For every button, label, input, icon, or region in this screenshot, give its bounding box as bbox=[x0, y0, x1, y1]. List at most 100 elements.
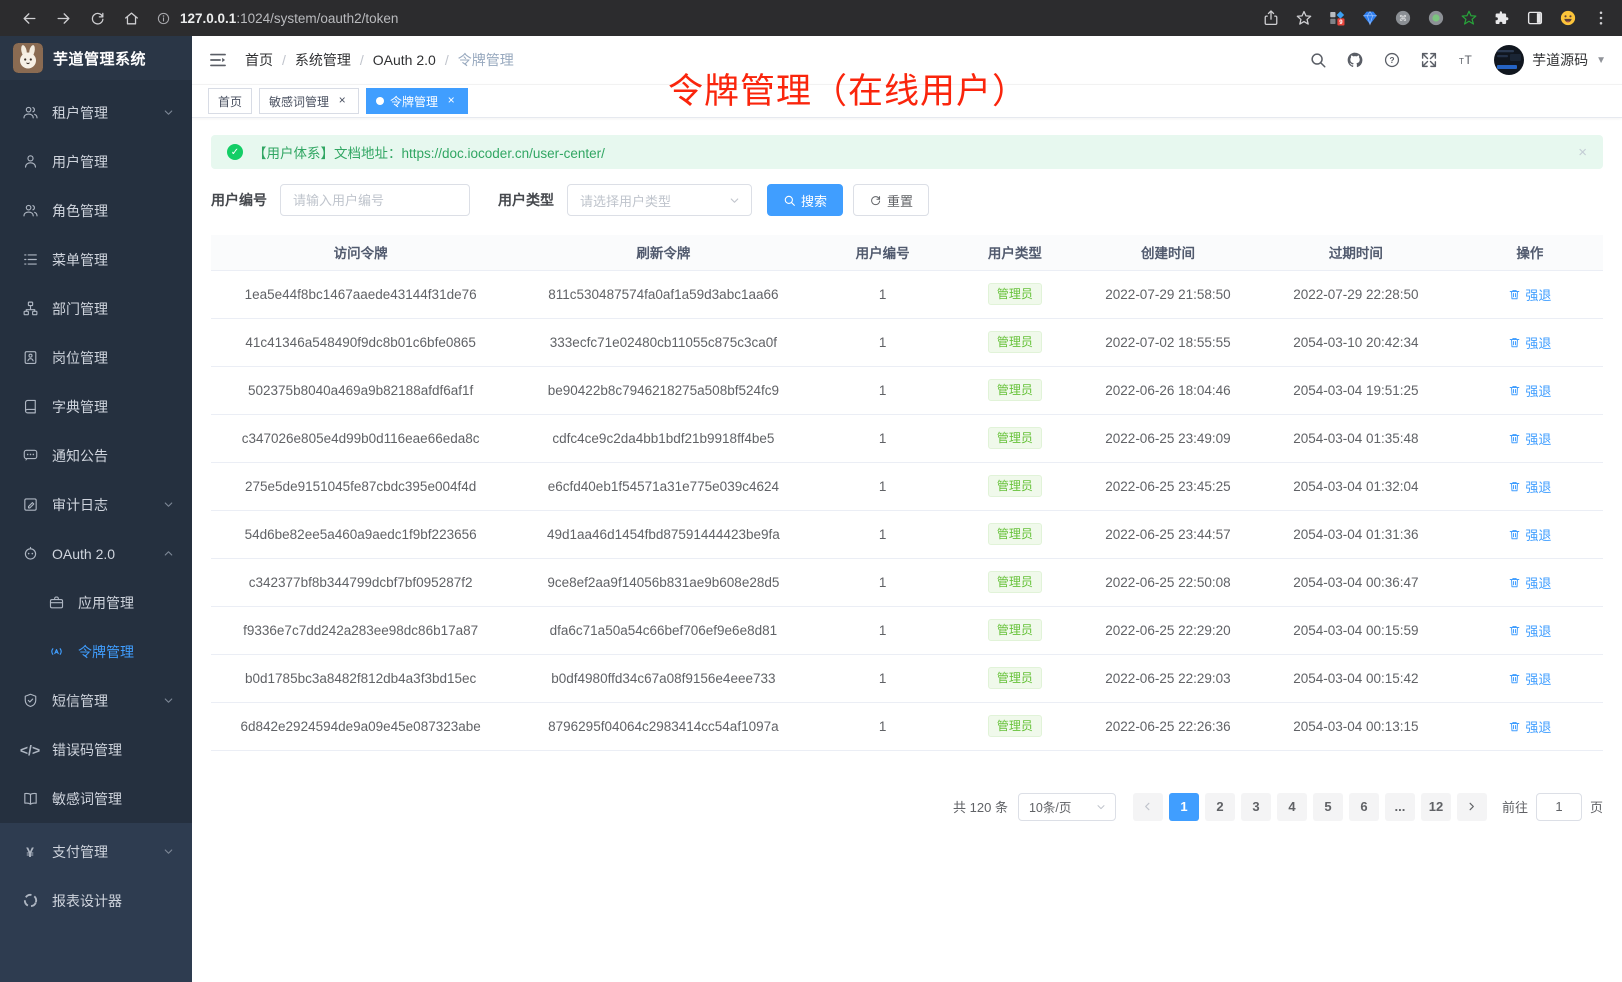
chevron-down-icon bbox=[162, 106, 175, 119]
breadcrumb-item[interactable]: 令牌管理 bbox=[458, 50, 514, 70]
side-panel-icon[interactable] bbox=[1526, 9, 1544, 27]
sidebar-item[interactable]: 字典管理 bbox=[0, 382, 192, 431]
puzzle-icon[interactable] bbox=[1493, 9, 1511, 27]
sidebar-item[interactable]: </> 错误码管理 bbox=[0, 725, 192, 774]
tab[interactable]: 首页 bbox=[208, 88, 252, 114]
create-time-cell: 2022-07-29 21:58:50 bbox=[1081, 270, 1255, 318]
browser-toolbar: 127.0.0.1:1024/system/oauth2/token bbox=[0, 0, 1622, 36]
sidebar-item[interactable]: OAuth 2.0 bbox=[0, 529, 192, 578]
create-time-cell: 2022-06-26 18:04:46 bbox=[1081, 366, 1255, 414]
user-id-input[interactable] bbox=[280, 184, 470, 216]
page-size-select[interactable]: 10条/页 bbox=[1018, 793, 1116, 821]
sidebar-item[interactable]: 角色管理 bbox=[0, 186, 192, 235]
sidebar-item[interactable]: 通知公告 bbox=[0, 431, 192, 480]
reset-button[interactable]: 重置 bbox=[853, 184, 929, 216]
user-type-select[interactable]: 请选择用户类型 bbox=[567, 184, 752, 216]
browser-nav-icons bbox=[12, 10, 148, 27]
notice-text: 【用户体系】文档地址：https://doc.iocoder.cn/user-c… bbox=[253, 142, 605, 162]
close-icon[interactable] bbox=[335, 94, 349, 108]
github-icon[interactable] bbox=[1346, 51, 1364, 69]
sidebar-item[interactable]: 应用管理 bbox=[0, 578, 192, 627]
breadcrumb-item[interactable]: 首页 bbox=[245, 50, 295, 70]
expire-time-cell: 2022-07-29 22:28:50 bbox=[1255, 270, 1457, 318]
help-icon[interactable] bbox=[1383, 51, 1401, 69]
page-button[interactable]: 1 bbox=[1169, 793, 1199, 821]
app-logo-row[interactable]: 芋道管理系统 bbox=[0, 36, 192, 80]
force-logout-button[interactable]: 强退 bbox=[1508, 669, 1551, 688]
search-button[interactable]: 搜索 bbox=[767, 184, 843, 216]
force-logout-button[interactable]: 强退 bbox=[1508, 285, 1551, 304]
page-button[interactable]: 2 bbox=[1205, 793, 1235, 821]
back-icon[interactable] bbox=[12, 10, 46, 27]
hamburger-icon[interactable] bbox=[208, 50, 228, 70]
breadcrumb-item[interactable]: OAuth 2.0 bbox=[373, 52, 458, 68]
goto-page-input[interactable] bbox=[1536, 793, 1582, 821]
dictionary-icon bbox=[21, 398, 39, 415]
force-logout-button[interactable]: 强退 bbox=[1508, 573, 1551, 592]
force-logout-button[interactable]: 强退 bbox=[1508, 333, 1551, 352]
green-star-icon[interactable] bbox=[1460, 9, 1478, 27]
trash-icon bbox=[1508, 288, 1521, 301]
doc-link[interactable]: https://doc.iocoder.cn/user-center/ bbox=[402, 146, 605, 161]
font-size-icon[interactable] bbox=[1457, 51, 1475, 69]
page-button[interactable]: 6 bbox=[1349, 793, 1379, 821]
sidebar-item[interactable]: 短信管理 bbox=[0, 676, 192, 725]
trash-icon bbox=[1508, 480, 1521, 493]
sidebar-item[interactable]: 菜单管理 bbox=[0, 235, 192, 284]
emoji-avatar-icon[interactable] bbox=[1559, 9, 1577, 27]
force-logout-button[interactable]: 强退 bbox=[1508, 381, 1551, 400]
record-circle-icon[interactable] bbox=[1427, 9, 1445, 27]
home-icon[interactable] bbox=[114, 10, 148, 27]
gem-icon[interactable] bbox=[1361, 9, 1379, 27]
sidebar-item[interactable]: 用户管理 bbox=[0, 137, 192, 186]
next-page-button[interactable] bbox=[1457, 793, 1487, 821]
site-info-icon[interactable] bbox=[156, 11, 171, 26]
address-bar[interactable]: 127.0.0.1:1024/system/oauth2/token bbox=[156, 11, 1262, 26]
sidebar-item[interactable]: ¥ 支付管理 bbox=[0, 827, 192, 876]
access-token-cell: 502375b8040a469a9b82188afdf6af1f bbox=[211, 366, 510, 414]
force-logout-button[interactable]: 强退 bbox=[1508, 429, 1551, 448]
action-cell: 强退 bbox=[1457, 462, 1603, 510]
user-id-cell: 1 bbox=[817, 414, 949, 462]
user-type-cell: 管理员 bbox=[949, 654, 1081, 702]
page-button[interactable]: 4 bbox=[1277, 793, 1307, 821]
sidebar: 芋道管理系统 租户管理 用户管理 角色管理 bbox=[0, 36, 192, 982]
app-briefcase-icon bbox=[47, 594, 65, 611]
close-icon[interactable] bbox=[444, 94, 458, 108]
breadcrumb-item[interactable]: 系统管理 bbox=[295, 50, 373, 70]
tags-view-bar: 首页 敏感词管理 令牌管理 bbox=[192, 84, 1622, 118]
page-button[interactable]: 5 bbox=[1313, 793, 1343, 821]
sidebar-item[interactable]: 敏感词管理 bbox=[0, 774, 192, 823]
extensions-badge-icon[interactable] bbox=[1328, 9, 1346, 27]
page-button[interactable]: 3 bbox=[1241, 793, 1271, 821]
tab[interactable]: 敏感词管理 bbox=[259, 88, 359, 114]
refresh-token-cell: 811c530487574fa0af1a59d3abc1aa66 bbox=[510, 270, 816, 318]
force-logout-button[interactable]: 强退 bbox=[1508, 477, 1551, 496]
menu-dots-icon[interactable] bbox=[1592, 9, 1610, 27]
sidebar-item[interactable]: 岗位管理 bbox=[0, 333, 192, 382]
close-icon[interactable] bbox=[1578, 144, 1587, 161]
sidebar-item[interactable]: 令牌管理 bbox=[0, 627, 192, 676]
sidebar-item[interactable]: 审计日志 bbox=[0, 480, 192, 529]
search-icon[interactable] bbox=[1309, 51, 1327, 69]
fullscreen-icon[interactable] bbox=[1420, 51, 1438, 69]
create-time-cell: 2022-06-25 22:29:03 bbox=[1081, 654, 1255, 702]
bookmark-star-icon[interactable] bbox=[1295, 9, 1313, 27]
page-button[interactable]: ... bbox=[1385, 793, 1415, 821]
page-button[interactable]: 12 bbox=[1421, 793, 1451, 821]
sidebar-item[interactable]: 部门管理 bbox=[0, 284, 192, 333]
sidebar-item[interactable]: 报表设计器 bbox=[0, 876, 192, 925]
tab[interactable]: 令牌管理 bbox=[366, 88, 468, 114]
user-type-cell: 管理员 bbox=[949, 366, 1081, 414]
sidebar-item[interactable]: 租户管理 bbox=[0, 88, 192, 137]
reload-icon[interactable] bbox=[80, 10, 114, 27]
force-logout-button[interactable]: 强退 bbox=[1508, 717, 1551, 736]
forward-icon[interactable] bbox=[46, 10, 80, 27]
user-menu[interactable]: 芋道源码 ▼ bbox=[1494, 45, 1606, 75]
trash-icon bbox=[1508, 384, 1521, 397]
prev-page-button[interactable] bbox=[1133, 793, 1163, 821]
force-logout-button[interactable]: 强退 bbox=[1508, 621, 1551, 640]
command-circle-icon[interactable] bbox=[1394, 9, 1412, 27]
share-icon[interactable] bbox=[1262, 9, 1280, 27]
force-logout-button[interactable]: 强退 bbox=[1508, 525, 1551, 544]
